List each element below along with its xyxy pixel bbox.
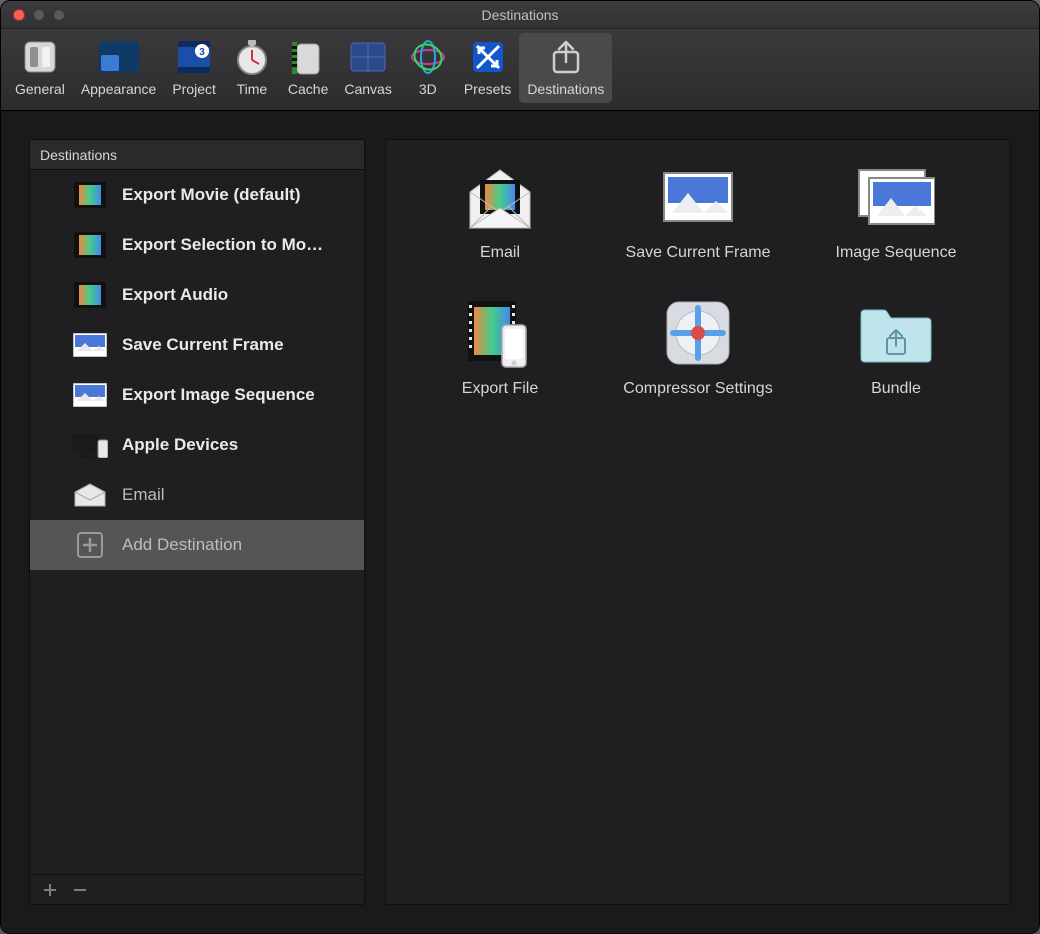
tab-general[interactable]: General (7, 33, 73, 103)
dest-template-label: Image Sequence (836, 244, 957, 262)
tab-label: Appearance (81, 81, 157, 97)
dest-template-image-sequence[interactable]: Image Sequence (802, 162, 990, 262)
destination-templates-grid: Email Save Current Frame Image Sequence (406, 162, 990, 398)
svg-text:3: 3 (199, 47, 205, 58)
tab-3d[interactable]: 3D (400, 33, 456, 103)
image-icon (72, 331, 108, 359)
preferences-body: Destinations Export Movie (default) Expo… (1, 111, 1039, 933)
appearance-icon (99, 37, 139, 77)
tab-presets[interactable]: Presets (456, 33, 519, 103)
dest-template-label: Compressor Settings (623, 380, 772, 398)
dest-template-save-frame[interactable]: Save Current Frame (604, 162, 792, 262)
plus-icon (72, 531, 108, 559)
tab-appearance[interactable]: Appearance (73, 33, 165, 103)
sidebar-header: Destinations (30, 140, 364, 170)
sidebar-item-save-frame[interactable]: Save Current Frame (30, 320, 364, 370)
filmstrip-icon (72, 281, 108, 309)
dest-template-compressor[interactable]: Compressor Settings (604, 298, 792, 398)
remove-button[interactable] (72, 882, 88, 898)
image-stack-icon (857, 162, 935, 232)
sidebar-item-label: Apple Devices (122, 435, 238, 455)
3d-icon (408, 37, 448, 77)
tab-label: 3D (419, 81, 437, 97)
sidebar-item-export-selection[interactable]: Export Selection to Mo… (30, 220, 364, 270)
preferences-window: Destinations General Appearance 3 Projec… (0, 0, 1040, 934)
general-icon (20, 37, 60, 77)
tab-canvas[interactable]: Canvas (336, 33, 399, 103)
sidebar-item-image-sequence[interactable]: Export Image Sequence (30, 370, 364, 420)
sidebar-item-apple-devices[interactable]: Apple Devices (30, 420, 364, 470)
sidebar-footer (30, 874, 364, 904)
tab-cache[interactable]: Cache (280, 33, 336, 103)
envelope-icon (461, 162, 539, 232)
destinations-list: Export Movie (default) Export Selection … (30, 170, 364, 874)
time-icon (232, 37, 272, 77)
preferences-toolbar: General Appearance 3 Project Time Cache (1, 29, 1039, 111)
project-icon: 3 (174, 37, 214, 77)
zoom-window-button[interactable] (53, 9, 65, 21)
sidebar-item-email[interactable]: Email (30, 470, 364, 520)
tab-project[interactable]: 3 Project (164, 33, 224, 103)
sidebar-item-label: Export Image Sequence (122, 385, 315, 405)
sidebar-item-label: Export Selection to Mo… (122, 235, 323, 255)
window-controls (1, 9, 65, 21)
filmstrip-icon (72, 181, 108, 209)
tab-label: Presets (464, 81, 511, 97)
add-button[interactable] (42, 882, 58, 898)
tab-label: General (15, 81, 65, 97)
tab-label: Time (237, 81, 268, 97)
presets-icon (468, 37, 508, 77)
sidebar-item-export-audio[interactable]: Export Audio (30, 270, 364, 320)
destinations-icon (546, 37, 586, 77)
dest-template-label: Export File (462, 380, 538, 398)
sidebar-item-label: Export Movie (default) (122, 185, 301, 205)
cache-icon (288, 37, 328, 77)
image-icon (659, 162, 737, 232)
dest-template-label: Save Current Frame (626, 244, 771, 262)
dest-template-label: Bundle (871, 380, 921, 398)
dest-template-export-file[interactable]: Export File (406, 298, 594, 398)
minimize-window-button[interactable] (33, 9, 45, 21)
destination-templates-pane: Email Save Current Frame Image Sequence (385, 139, 1011, 905)
dest-template-label: Email (480, 244, 520, 262)
compressor-icon (659, 298, 737, 368)
titlebar: Destinations (1, 1, 1039, 29)
dest-template-email[interactable]: Email (406, 162, 594, 262)
devices-icon (72, 431, 108, 459)
export-file-icon (461, 298, 539, 368)
dest-template-bundle[interactable]: Bundle (802, 298, 990, 398)
sidebar-item-label: Email (122, 485, 165, 505)
bundle-folder-icon (857, 298, 935, 368)
sidebar-item-add-destination[interactable]: Add Destination (30, 520, 364, 570)
filmstrip-icon (72, 231, 108, 259)
sidebar-item-label: Save Current Frame (122, 335, 284, 355)
sidebar-item-label: Add Destination (122, 535, 242, 555)
envelope-icon (72, 481, 108, 509)
destinations-sidebar: Destinations Export Movie (default) Expo… (29, 139, 365, 905)
tab-label: Destinations (527, 81, 604, 97)
tab-destinations[interactable]: Destinations (519, 33, 612, 103)
image-icon (72, 381, 108, 409)
close-window-button[interactable] (13, 9, 25, 21)
window-title: Destinations (1, 7, 1039, 23)
tab-time[interactable]: Time (224, 33, 280, 103)
tab-label: Project (172, 81, 216, 97)
tab-label: Canvas (344, 81, 391, 97)
tab-label: Cache (288, 81, 328, 97)
sidebar-item-label: Export Audio (122, 285, 228, 305)
sidebar-item-export-movie[interactable]: Export Movie (default) (30, 170, 364, 220)
canvas-icon (348, 37, 388, 77)
